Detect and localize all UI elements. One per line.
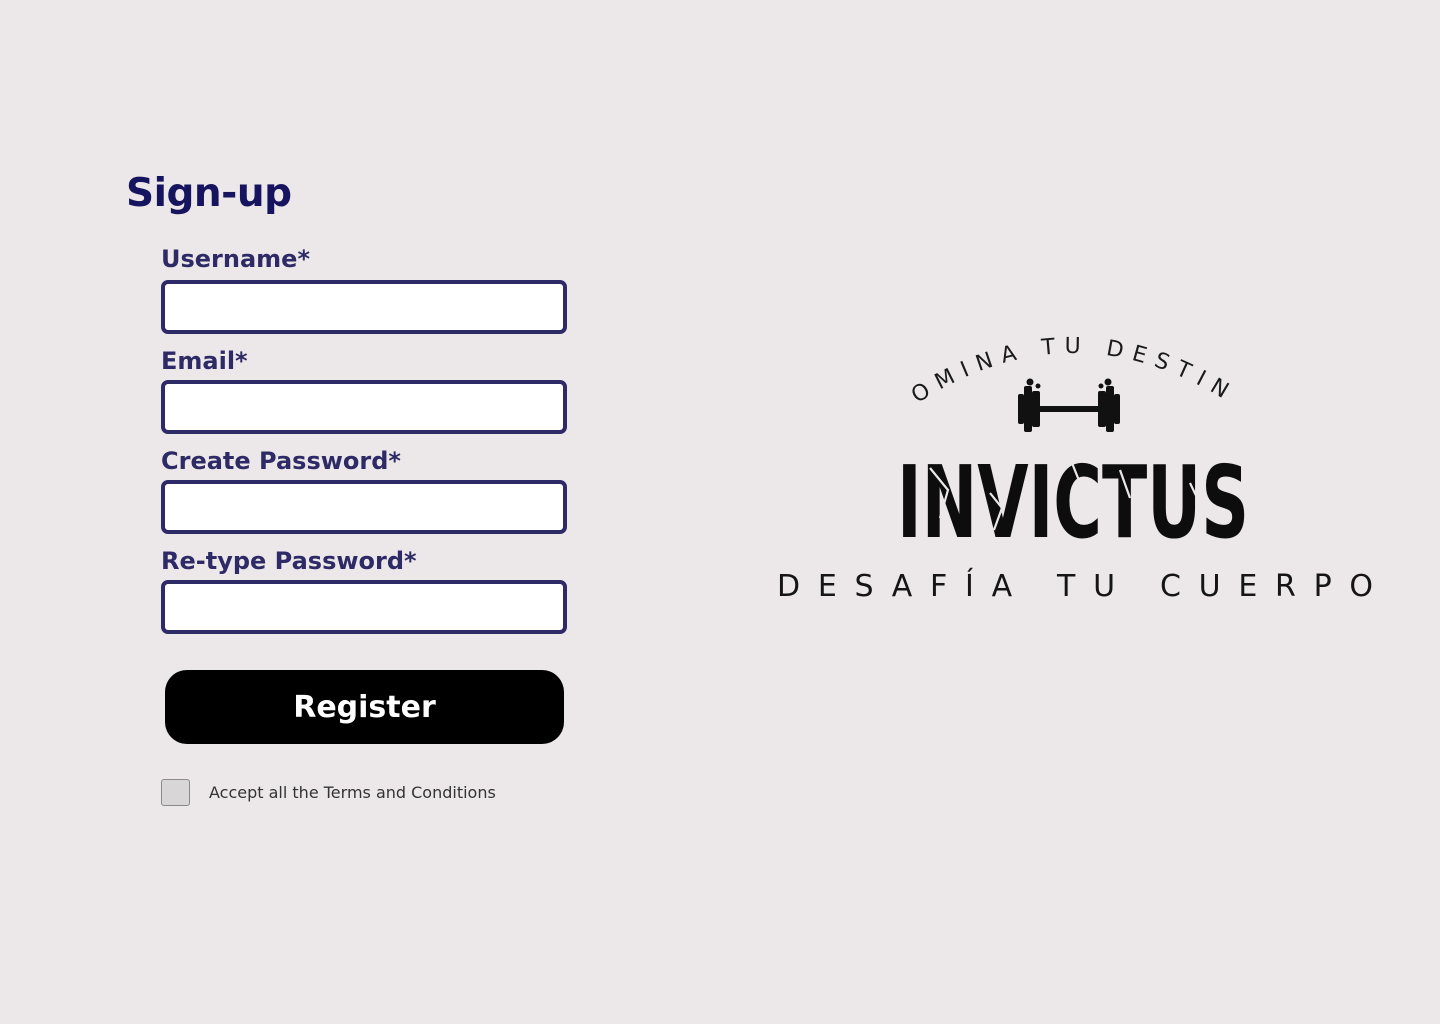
page-title: Sign-up <box>126 171 292 216</box>
email-field[interactable] <box>161 380 567 434</box>
retype-password-field[interactable] <box>161 580 567 634</box>
dumbbell-icon <box>1018 378 1120 432</box>
create-password-field[interactable] <box>161 480 567 534</box>
logo-brand-name: INVICTUS <box>897 444 1249 561</box>
logo-graphic: DOMINA TU DESTINO INVICTUS DESAFÍA TU CU… <box>770 318 1373 604</box>
username-field[interactable] <box>161 280 567 334</box>
logo-top-arc-text: DOMINA TU DESTINO <box>770 318 1240 409</box>
logo-tagline: DESAFÍA TU CUERPO <box>777 568 1373 604</box>
email-label: Email* <box>161 347 248 375</box>
invictus-logo: DOMINA TU DESTINO INVICTUS DESAFÍA TU CU… <box>770 318 1380 608</box>
create-password-label: Create Password* <box>161 447 401 475</box>
username-label: Username* <box>161 245 311 273</box>
retype-password-label: Re-type Password* <box>161 547 417 575</box>
register-button[interactable]: Register <box>165 670 564 744</box>
terms-checkbox[interactable] <box>161 779 190 806</box>
terms-label: Accept all the Terms and Conditions <box>209 783 496 802</box>
